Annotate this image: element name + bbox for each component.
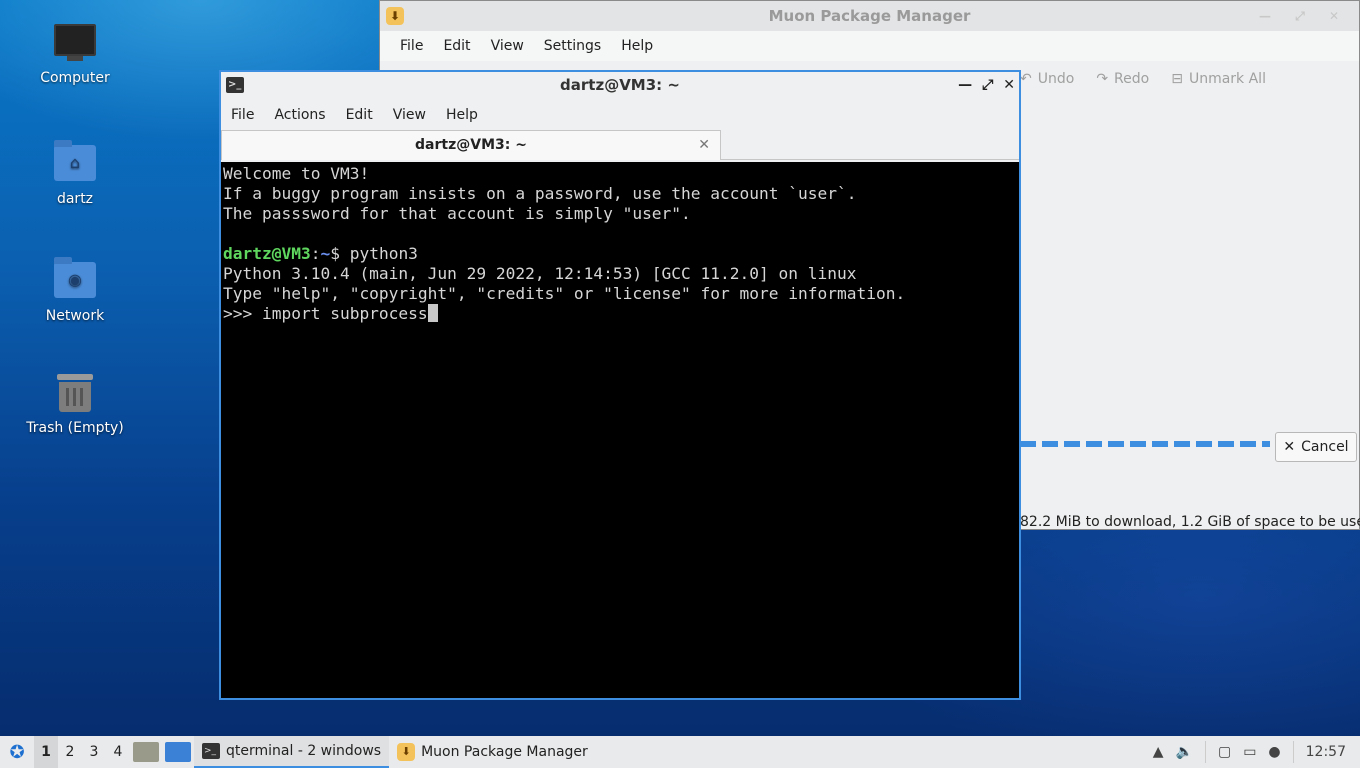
desktop-icon-label: dartz bbox=[56, 191, 94, 207]
task-muon[interactable]: ⬇ Muon Package Manager bbox=[389, 736, 596, 768]
menu-edit[interactable]: Edit bbox=[433, 38, 480, 54]
task-terminal-label: qterminal - 2 windows bbox=[226, 743, 382, 759]
cancel-label: Cancel bbox=[1301, 439, 1349, 455]
desktop-icon-trash[interactable]: Trash (Empty) bbox=[20, 374, 130, 436]
workspace-2[interactable]: 2 bbox=[58, 744, 82, 760]
unmark-all-label: Unmark All bbox=[1188, 71, 1266, 87]
terminal-line: Python 3.10.4 (main, Jun 29 2022, 12:14:… bbox=[223, 264, 857, 283]
terminal-titlebar[interactable]: >_ dartz@VM3: ~ — ⤢ ✕ bbox=[221, 72, 1019, 99]
muon-toolbar: ↶ Undo ↷ Redo ⊟ Unmark All bbox=[1020, 71, 1266, 87]
desktop-icon-home[interactable]: ⌂ dartz bbox=[20, 140, 130, 207]
show-desktop-icon[interactable] bbox=[165, 742, 191, 762]
undo-label: Undo bbox=[1037, 71, 1075, 87]
terminal-app-icon: >_ bbox=[226, 77, 244, 93]
text-cursor bbox=[427, 304, 438, 322]
menu-view[interactable]: View bbox=[383, 107, 436, 123]
start-menu-button[interactable]: ✪ bbox=[0, 736, 34, 768]
terminal-line: Type "help", "copyright", "credits" or "… bbox=[223, 284, 906, 303]
menu-actions[interactable]: Actions bbox=[264, 107, 335, 123]
menu-help[interactable]: Help bbox=[436, 107, 488, 123]
tab-close-icon[interactable]: ✕ bbox=[698, 131, 710, 159]
unmark-icon: ⊟ bbox=[1171, 71, 1183, 87]
menu-settings[interactable]: Settings bbox=[534, 38, 611, 54]
muon-titlebar[interactable]: ⬇ Muon Package Manager — ⤢ ✕ bbox=[380, 1, 1359, 31]
menu-file[interactable]: File bbox=[221, 107, 264, 123]
desktop-icon-network[interactable]: ◉ Network bbox=[20, 257, 130, 324]
lxqt-logo-icon: ✪ bbox=[9, 741, 25, 763]
network-folder-icon: ◉ bbox=[53, 257, 97, 302]
system-tray: ▲ 🔈 ▢ ▭ ● 12:57 bbox=[1153, 741, 1360, 763]
terminal-icon: >_ bbox=[202, 743, 220, 759]
menu-view[interactable]: View bbox=[481, 38, 534, 54]
workspace-4[interactable]: 4 bbox=[106, 744, 130, 760]
muon-menubar: File Edit View Settings Help bbox=[380, 31, 1359, 61]
window-controls-icon[interactable]: — ⤢ ✕ bbox=[1259, 1, 1349, 31]
tab-label: dartz@VM3: ~ bbox=[415, 137, 527, 153]
maximize-icon[interactable]: ⤢ bbox=[982, 72, 993, 99]
menu-help[interactable]: Help bbox=[611, 38, 663, 54]
terminal-tab[interactable]: dartz@VM3: ~ ✕ bbox=[221, 130, 721, 160]
close-icon: ✕ bbox=[1283, 439, 1296, 455]
download-status: 82.2 MiB to download, 1.2 GiB of space t… bbox=[1020, 514, 1360, 530]
redo-button[interactable]: ↷ Redo bbox=[1096, 71, 1149, 87]
redo-icon: ↷ bbox=[1096, 71, 1109, 87]
terminal-title-text: dartz@VM3: ~ bbox=[560, 76, 680, 94]
muon-app-icon: ⬇ bbox=[386, 7, 404, 25]
terminal-line: Welcome to VM3! bbox=[223, 164, 370, 183]
terminal-line: If a buggy program insists on a password… bbox=[223, 184, 857, 203]
menu-file[interactable]: File bbox=[390, 38, 433, 54]
desktop-icon-label: Network bbox=[45, 308, 105, 324]
prompt-user: dartz@VM3 bbox=[223, 244, 311, 263]
task-muon-label: Muon Package Manager bbox=[421, 744, 588, 760]
workspace-3[interactable]: 3 bbox=[82, 744, 106, 760]
trash-icon bbox=[53, 374, 97, 414]
terminal-input-line: >>> import subprocess bbox=[223, 304, 428, 323]
undo-button[interactable]: ↶ Undo bbox=[1020, 71, 1074, 87]
desktop-icon-label: Trash (Empty) bbox=[26, 420, 124, 436]
volume-icon[interactable]: 🔈 bbox=[1176, 744, 1193, 760]
terminal-tabbar: dartz@VM3: ~ ✕ bbox=[221, 130, 1019, 160]
muon-title-text: Muon Package Manager bbox=[768, 7, 971, 25]
clipboard-icon[interactable]: ▢ bbox=[1218, 744, 1231, 760]
menu-edit[interactable]: Edit bbox=[336, 107, 383, 123]
file-manager-icon[interactable] bbox=[133, 742, 159, 762]
prompt-command: $ python3 bbox=[330, 244, 418, 263]
taskbar: ✪ 1 2 3 4 >_ qterminal - 2 windows ⬇ Muo… bbox=[0, 736, 1360, 768]
minimize-icon[interactable]: — bbox=[958, 72, 972, 99]
undo-icon: ↶ bbox=[1020, 71, 1032, 87]
network-icon[interactable]: ▭ bbox=[1243, 744, 1256, 760]
terminal-output[interactable]: Welcome to VM3! If a buggy program insis… bbox=[221, 162, 1019, 698]
muon-icon: ⬇ bbox=[397, 743, 416, 761]
clock[interactable]: 12:57 bbox=[1306, 744, 1346, 760]
terminal-window: >_ dartz@VM3: ~ — ⤢ ✕ File Actions Edit … bbox=[219, 70, 1021, 700]
home-folder-icon: ⌂ bbox=[53, 140, 97, 185]
cancel-button[interactable]: ✕ Cancel bbox=[1275, 432, 1357, 462]
unmark-all-button[interactable]: ⊟ Unmark All bbox=[1171, 71, 1266, 87]
terminal-menubar: File Actions Edit View Help bbox=[221, 99, 1019, 130]
workspace-1[interactable]: 1 bbox=[34, 736, 58, 768]
tray-arrow-icon[interactable]: ▲ bbox=[1153, 744, 1164, 760]
desktop-icon-computer[interactable]: Computer bbox=[20, 24, 130, 86]
close-icon[interactable]: ✕ bbox=[1003, 72, 1015, 99]
computer-icon bbox=[53, 24, 97, 64]
prompt-path: ~ bbox=[320, 244, 331, 263]
desktop-icon-label: Computer bbox=[40, 70, 110, 86]
terminal-line: The passsword for that account is simply… bbox=[223, 204, 691, 223]
task-terminal[interactable]: >_ qterminal - 2 windows bbox=[194, 736, 390, 768]
update-notifier-icon[interactable]: ● bbox=[1268, 744, 1280, 760]
redo-label: Redo bbox=[1114, 71, 1150, 87]
busy-progress-bar bbox=[1020, 441, 1270, 447]
